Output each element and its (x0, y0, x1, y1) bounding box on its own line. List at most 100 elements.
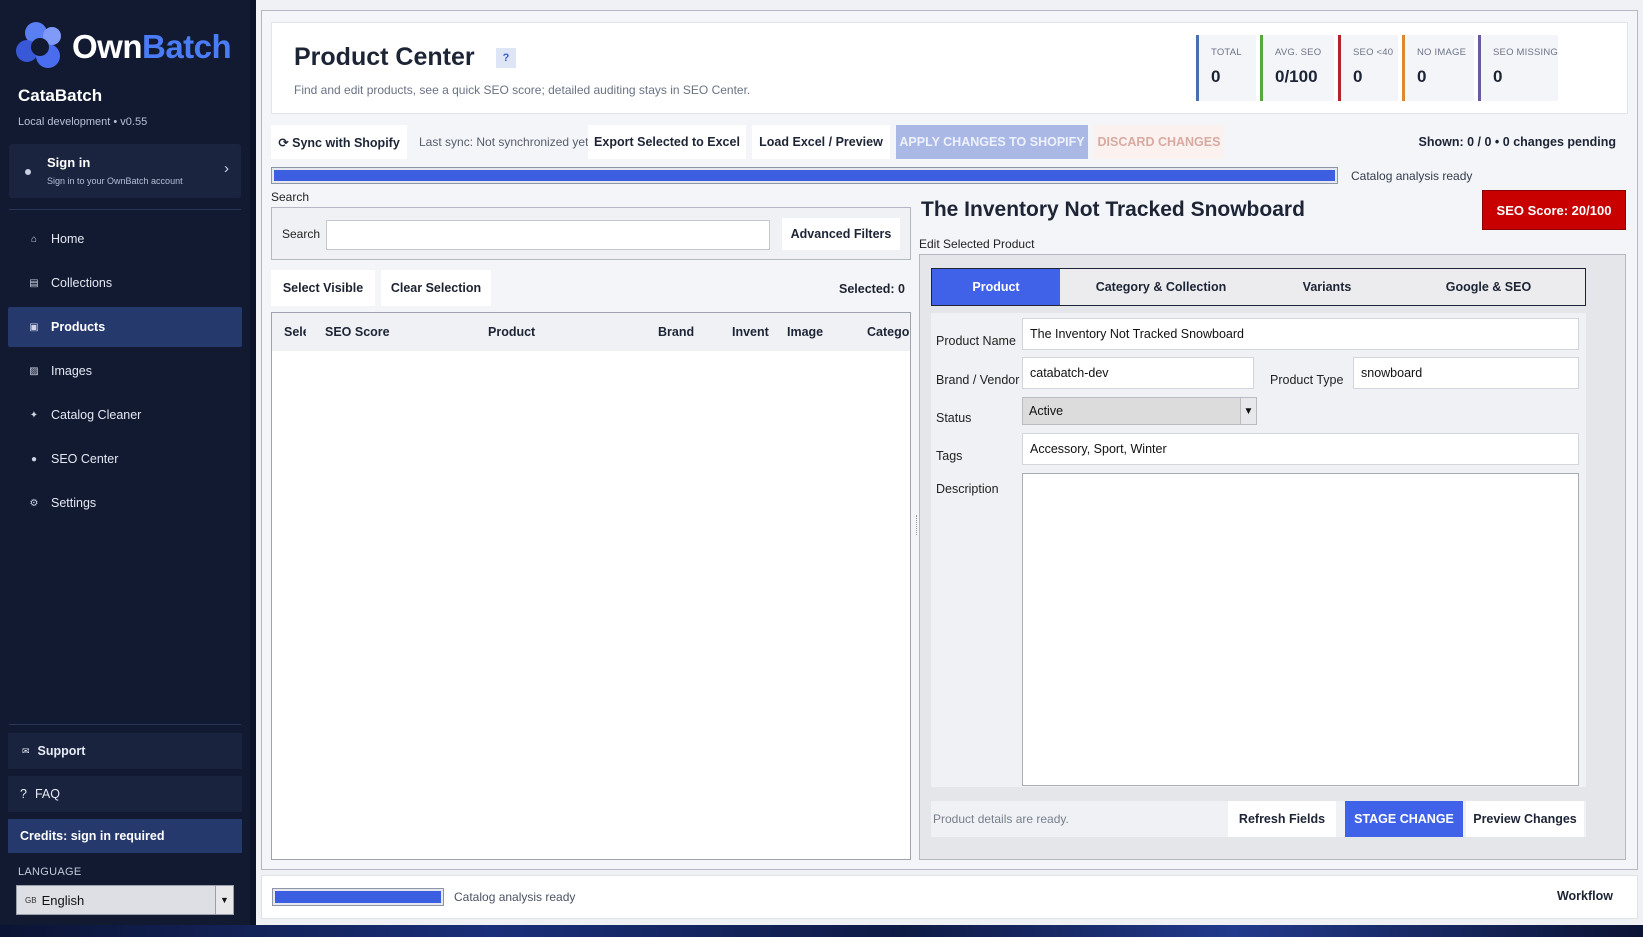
faq-button[interactable]: ? FAQ (8, 776, 242, 812)
preview-changes-button[interactable]: Preview Changes (1466, 801, 1584, 837)
product-table[interactable]: Sele SEO Score Product Brand Invent Imag… (271, 312, 911, 860)
stage-change-button[interactable]: STAGE CHANGE (1345, 801, 1463, 837)
last-sync-text: Last sync: Not synchronized yet (419, 135, 589, 149)
column-header-seo-score[interactable]: SEO Score (325, 325, 390, 339)
product-editor-panel: The Inventory Not Tracked Snowboard SEO … (919, 190, 1626, 860)
product-list-panel: Search Search Advanced Filters Select Vi… (271, 190, 911, 860)
footer-progress-fill (275, 891, 441, 903)
edit-caption: Edit Selected Product (919, 237, 1035, 251)
product-name-field[interactable]: The Inventory Not Tracked Snowboard (1022, 318, 1579, 350)
divider (9, 724, 241, 725)
description-field[interactable] (1022, 473, 1579, 786)
export-excel-button[interactable]: Export Selected to Excel (588, 125, 746, 159)
sidebar-item-label: Catalog Cleaner (51, 408, 142, 422)
ownbatch-logo-icon (14, 20, 68, 74)
signin-title: Sign in (47, 155, 91, 170)
tab-product[interactable]: Product (932, 269, 1060, 305)
support-label: Support (37, 744, 86, 758)
stat-label: AVG. SEO (1275, 47, 1322, 58)
editor-status-text: Product details are ready. (933, 812, 1069, 826)
sync-shopify-button[interactable]: ⟳ Sync with Shopify (271, 125, 407, 159)
table-header: Sele SEO Score Product Brand Invent Imag… (272, 313, 910, 351)
footer-progress-bar (272, 888, 444, 906)
dropdown-arrow-icon: ▼ (1240, 398, 1256, 424)
stat-label: SEO <40 (1353, 47, 1394, 58)
sidebar-item-collections[interactable]: ▤ Collections (8, 263, 242, 303)
tags-label: Tags (936, 449, 963, 463)
status-select[interactable]: Active ▼ (1022, 397, 1257, 425)
description-label: Description (936, 482, 999, 496)
support-button[interactable]: ✉ Support (8, 733, 242, 769)
collections-icon: ▤ (29, 277, 39, 289)
app-name: CataBatch (18, 86, 103, 105)
discard-changes-button[interactable]: DISCARD CHANGES (1094, 125, 1224, 159)
page-title: Product Center (294, 43, 475, 71)
refresh-fields-button[interactable]: Refresh Fields (1228, 801, 1336, 837)
clear-selection-button[interactable]: Clear Selection (381, 270, 491, 306)
product-type-label: Product Type (1270, 373, 1344, 387)
flag-icon: GB (25, 895, 37, 905)
faq-label: FAQ (34, 787, 60, 801)
column-header-category[interactable]: Catego (867, 325, 909, 339)
sidebar-item-catalog-cleaner[interactable]: ✦ Catalog Cleaner (8, 395, 242, 435)
sidebar-item-label: Settings (51, 496, 97, 510)
product-type-field[interactable]: snowboard (1353, 357, 1579, 389)
tab-variants[interactable]: Variants (1262, 269, 1392, 305)
sidebar-item-settings[interactable]: ⚙ Settings (8, 483, 242, 523)
column-header-inventory[interactable]: Invent (732, 325, 770, 339)
load-excel-button[interactable]: Load Excel / Preview (752, 125, 890, 159)
brand-field[interactable]: catabatch-dev (1022, 357, 1254, 389)
sidebar-item-label: Products (51, 320, 106, 334)
tags-field[interactable]: Accessory, Sport, Winter (1022, 433, 1579, 465)
search-label: Search (282, 227, 321, 241)
search-group: Search Advanced Filters (271, 207, 911, 260)
question-icon: ? (20, 787, 27, 801)
sidebar-item-products[interactable]: ▣ Products (8, 307, 242, 347)
workflow-button[interactable]: Workflow (1557, 889, 1613, 903)
home-icon: ⌂ (30, 233, 38, 245)
status-footer: Catalog analysis ready Workflow (261, 875, 1638, 919)
tab-category-collection[interactable]: Category & Collection (1060, 269, 1262, 305)
language-select[interactable]: GB English ▼ (16, 885, 234, 915)
help-button[interactable]: ? (496, 48, 516, 68)
status-value: Active (1029, 404, 1064, 418)
column-header-brand[interactable]: Brand (658, 325, 694, 339)
sidebar-item-home[interactable]: ⌂ Home (8, 219, 242, 259)
select-visible-button[interactable]: Select Visible (271, 270, 375, 306)
stat-value: 0/100 (1275, 67, 1318, 86)
selected-count: Selected: 0 (838, 282, 905, 296)
status-label: Status (936, 411, 972, 425)
chevron-right-icon: › (224, 160, 229, 177)
stat-card-total: TOTAL 0 (1196, 35, 1256, 101)
sidebar-item-seo-center[interactable]: ● SEO Center (8, 439, 242, 479)
seo-score-badge: SEO Score: 20/100 (1482, 190, 1626, 230)
credits-button[interactable]: Credits: sign in required (8, 819, 242, 853)
search-caption: Search (271, 190, 310, 204)
mail-icon: ✉ (22, 745, 30, 756)
stat-card-seo-missing: SEO MISSING 0 (1478, 35, 1558, 101)
apply-changes-button[interactable]: APPLY CHANGES TO SHOPIFY (896, 125, 1088, 159)
dropdown-arrow-icon: ▼ (215, 886, 233, 914)
stat-card-no-image: NO IMAGE 0 (1402, 35, 1474, 101)
stat-value: 0 (1417, 67, 1427, 86)
advanced-filters-button[interactable]: Advanced Filters (782, 218, 900, 250)
stat-value: 0 (1493, 67, 1503, 86)
editor-action-bar: Product details are ready. Refresh Field… (931, 801, 1586, 837)
signin-subtitle: Sign in to your OwnBatch account (47, 176, 183, 186)
search-input[interactable] (326, 220, 770, 250)
sidebar-item-images[interactable]: ▨ Images (8, 351, 242, 391)
gear-icon: ⚙ (29, 497, 39, 509)
column-header-image[interactable]: Image (787, 325, 823, 339)
tab-google-seo[interactable]: Google & SEO (1392, 269, 1585, 305)
seo-icon: ● (30, 453, 38, 465)
column-header-select[interactable]: Sele (284, 325, 306, 339)
stats-row: TOTAL 0 AVG. SEO 0/100 SEO <40 0 NO IMAGE 0 SEO … (1196, 35, 1562, 101)
edit-group: Product Category & Collection Variants G… (919, 254, 1626, 860)
sidebar: OwnBatch CataBatch Local development • v… (0, 0, 250, 925)
progress-bar (271, 167, 1338, 184)
column-header-product[interactable]: Product (488, 325, 535, 339)
editor-tabs: Product Category & Collection Variants G… (931, 268, 1586, 306)
logo: OwnBatch (14, 20, 232, 74)
signin-button[interactable]: Sign in Sign in to your OwnBatch account… (9, 144, 241, 198)
sidebar-item-label: Home (51, 232, 85, 246)
